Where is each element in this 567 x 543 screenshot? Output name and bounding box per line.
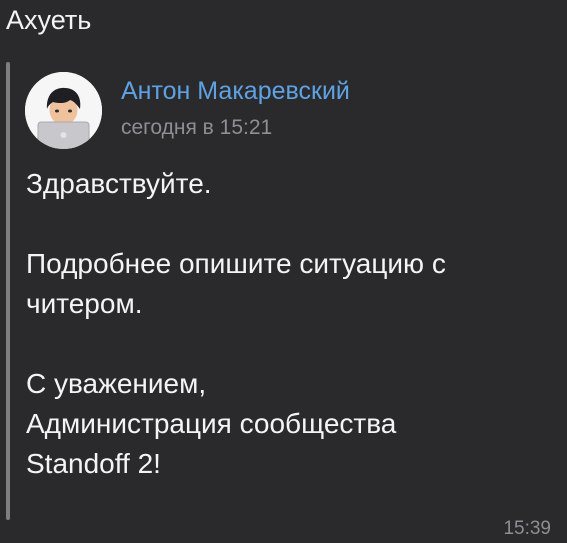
forwarded-message-body: Здравствуйте. Подробнее опишите ситуацию… bbox=[26, 164, 561, 484]
message-time: 15:39 bbox=[503, 518, 551, 539]
message-paragraph: С уважением, Администрация сообщества St… bbox=[26, 368, 397, 479]
forwarded-date: сегодня в 15:21 bbox=[121, 116, 273, 139]
message-paragraph: Здравствуйте. bbox=[26, 168, 212, 199]
forwarded-author-name[interactable]: Антон Макаревский bbox=[121, 74, 350, 108]
message-paragraph: Подробнее опишите ситуацию с читером. bbox=[26, 248, 446, 319]
person-with-laptop-avatar-icon bbox=[25, 72, 102, 149]
avatar[interactable] bbox=[25, 72, 102, 149]
message-text: Ахуеть bbox=[6, 5, 92, 35]
forwarded-quote-bar bbox=[6, 62, 10, 520]
